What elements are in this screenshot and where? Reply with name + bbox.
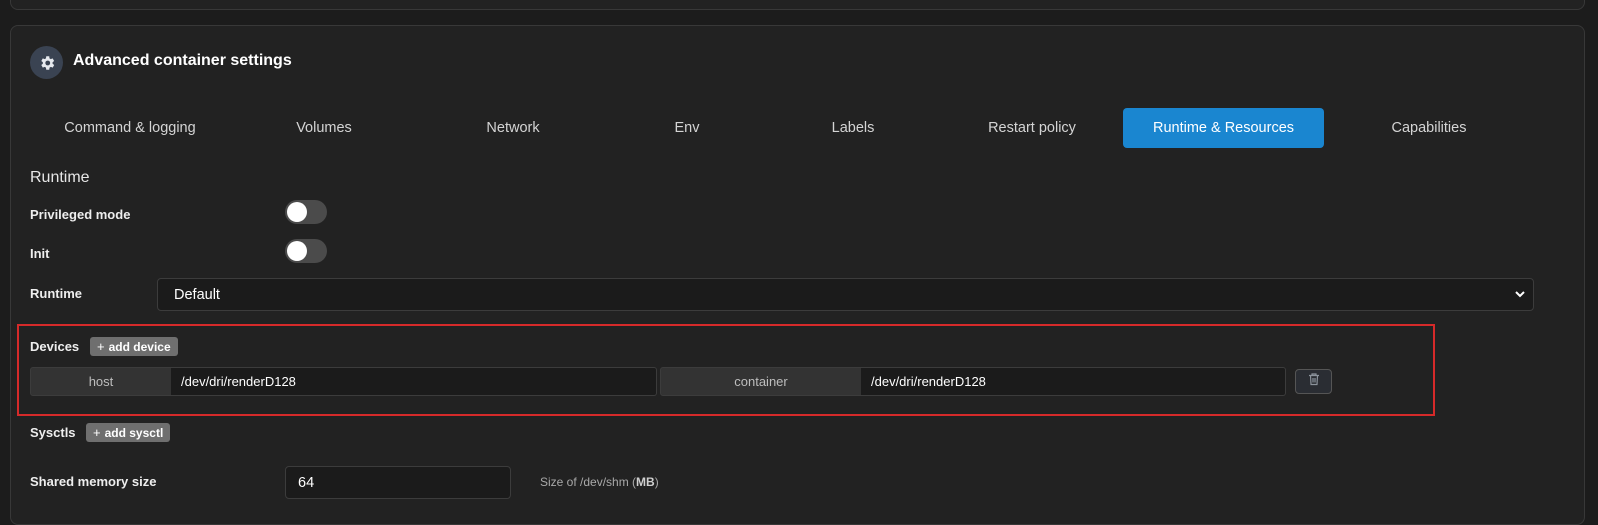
- host-path-input[interactable]: /dev/dri/renderD128: [171, 367, 657, 396]
- tab-restart-policy[interactable]: Restart policy: [932, 108, 1132, 148]
- privileged-mode-label: Privileged mode: [30, 207, 131, 222]
- add-sysctl-label: add sysctl: [104, 425, 164, 440]
- host-addon: host: [30, 367, 172, 396]
- tab-labels[interactable]: Labels: [753, 108, 953, 148]
- add-sysctl-button[interactable]: + add sysctl: [86, 423, 171, 442]
- runtime-label: Runtime: [30, 286, 82, 301]
- tab-volumes[interactable]: Volumes: [224, 108, 424, 148]
- trash-icon: [1307, 372, 1321, 391]
- toggle-knob: [287, 202, 307, 222]
- container-addon: container: [660, 367, 862, 396]
- plus-icon: +: [93, 425, 101, 440]
- previous-card: [10, 0, 1585, 10]
- settings-tabs: Command & logging Volumes Network Env La…: [0, 108, 1598, 148]
- init-toggle[interactable]: [285, 239, 327, 263]
- chevron-down-icon: [1513, 287, 1527, 305]
- card-title: Advanced container settings: [73, 52, 292, 69]
- plus-icon: +: [97, 339, 105, 354]
- devices-label: Devices: [30, 339, 80, 354]
- toggle-knob: [287, 241, 307, 261]
- container-path-input[interactable]: /dev/dri/renderD128: [861, 367, 1286, 396]
- gear-icon: [30, 46, 63, 79]
- runtime-select[interactable]: Default: [157, 278, 1534, 311]
- init-label: Init: [30, 246, 50, 261]
- privileged-mode-toggle[interactable]: [285, 200, 327, 224]
- shm-size-input[interactable]: 64: [285, 466, 511, 499]
- remove-device-button[interactable]: [1295, 369, 1332, 394]
- shm-hint: Size of /dev/shm (MB): [540, 475, 659, 489]
- add-device-button[interactable]: + add device: [90, 337, 178, 356]
- tab-network[interactable]: Network: [413, 108, 613, 148]
- runtime-section-title: Runtime: [30, 169, 90, 186]
- add-device-label: add device: [108, 339, 171, 354]
- shm-label: Shared memory size: [30, 474, 157, 489]
- sysctls-label: Sysctls: [30, 425, 76, 440]
- runtime-select-value: Default: [174, 286, 220, 303]
- tab-capabilities[interactable]: Capabilities: [1329, 108, 1529, 148]
- tab-command-logging[interactable]: Command & logging: [30, 108, 230, 148]
- tab-runtime-resources[interactable]: Runtime & Resources: [1123, 108, 1324, 148]
- advanced-settings-card: [10, 25, 1585, 525]
